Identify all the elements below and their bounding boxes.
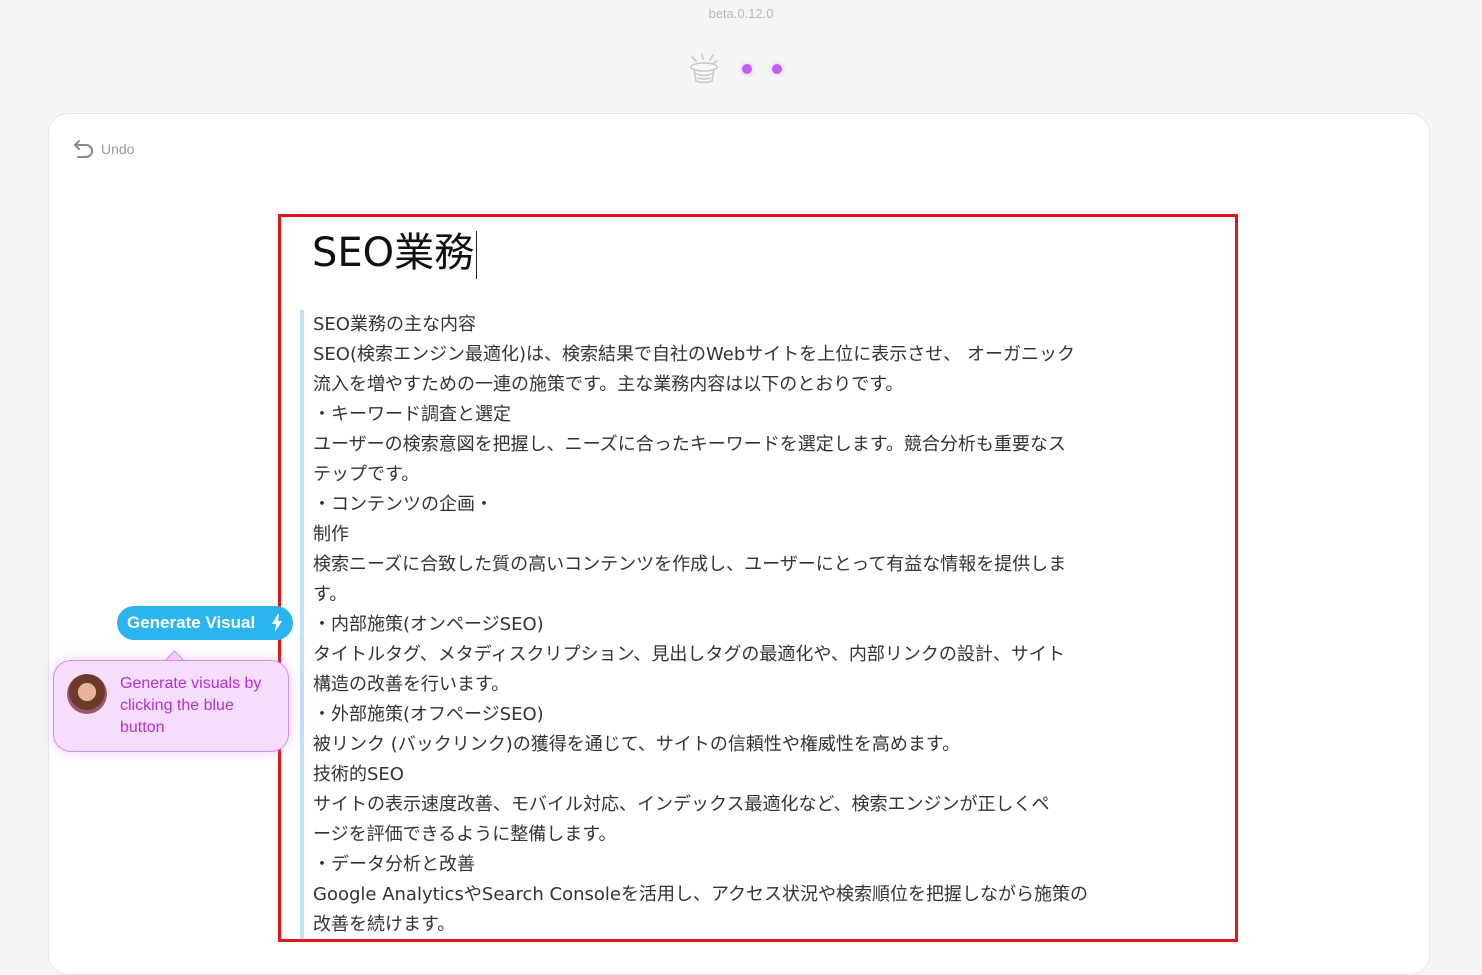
document-editor[interactable]: SEO業務 SEO業務の主な内容 SEO(検索エンジン最適化)は、検索結果で自社… <box>278 214 1238 942</box>
magic-hat-icon <box>690 53 718 84</box>
text-line: ・内部施策(オンページSEO) <box>313 614 544 635</box>
avatar <box>67 674 107 714</box>
app-version: beta.0.12.0 <box>708 6 774 21</box>
status-dot <box>742 64 752 74</box>
text-line: ・コンテンツの企画・ <box>313 494 493 515</box>
lightning-icon <box>272 614 282 632</box>
status-dot <box>772 64 782 74</box>
text-line: 構造の改善を行います。 <box>313 674 510 695</box>
generate-visual-label: Generate Visual <box>127 613 256 632</box>
text-line: す。 <box>313 584 348 605</box>
text-line: Google AnalyticsやSearch Consoleを活用し、アクセス… <box>313 884 1089 905</box>
text-line: 検索ニーズに合致した質の高いコンテンツを作成し、ユーザーにとって有益な情報を提供… <box>313 554 1067 575</box>
text-line: サイトの表示速度改善、モバイル対応、インデックス最適化など、検索エンジンが正しく… <box>313 794 1050 815</box>
selected-text-block[interactable]: SEO業務の主な内容 SEO(検索エンジン最適化)は、検索結果で自社のWebサイ… <box>300 310 1183 939</box>
undo-label: Undo <box>101 141 135 157</box>
text-line: SEO業務の主な内容 <box>313 314 476 335</box>
text-line: SEO(検索エンジン最適化)は、検索結果で自社のWebサイトを上位に表示させ、 … <box>313 344 1075 365</box>
text-line: 流入を増やすための一連の施策です。主な業務内容は以下のとおりです。 <box>313 374 904 395</box>
document-title[interactable]: SEO業務 <box>312 225 478 281</box>
document-title-text: SEO業務 <box>312 230 475 276</box>
app-logo-row <box>686 50 782 88</box>
text-line: 改善を続けます。 <box>313 914 456 935</box>
text-line: 被リンク (バックリンク)の獲得を通じて、サイトの信頼性や権威性を高めます。 <box>313 734 961 755</box>
text-caret <box>476 231 478 279</box>
text-line: 技術的SEO <box>313 764 404 785</box>
generate-visual-tooltip: Generate visuals by clicking the blue bu… <box>53 660 289 752</box>
text-line: ・データ分析と改善 <box>313 854 475 875</box>
text-line: ージを評価できるように整備します。 <box>313 824 617 845</box>
tooltip-text: Generate visuals by clicking the blue bu… <box>120 675 262 736</box>
undo-arrow-icon <box>74 140 93 158</box>
text-line: ・外部施策(オフページSEO) <box>313 704 544 725</box>
text-line: ユーザーの検索意図を把握し、ニーズに合ったキーワードを選定します。競合分析も重要… <box>313 434 1066 455</box>
generate-visual-button[interactable]: Generate Visual <box>117 606 293 640</box>
text-line: タイトルタグ、メタディスクリプション、見出しタグの最適化や、内部リンクの設計、サ… <box>313 644 1065 665</box>
text-line: テップです。 <box>313 464 420 485</box>
text-line: ・キーワード調査と選定 <box>313 404 511 425</box>
text-line: 制作 <box>313 524 349 545</box>
undo-button[interactable]: Undo <box>72 138 134 160</box>
